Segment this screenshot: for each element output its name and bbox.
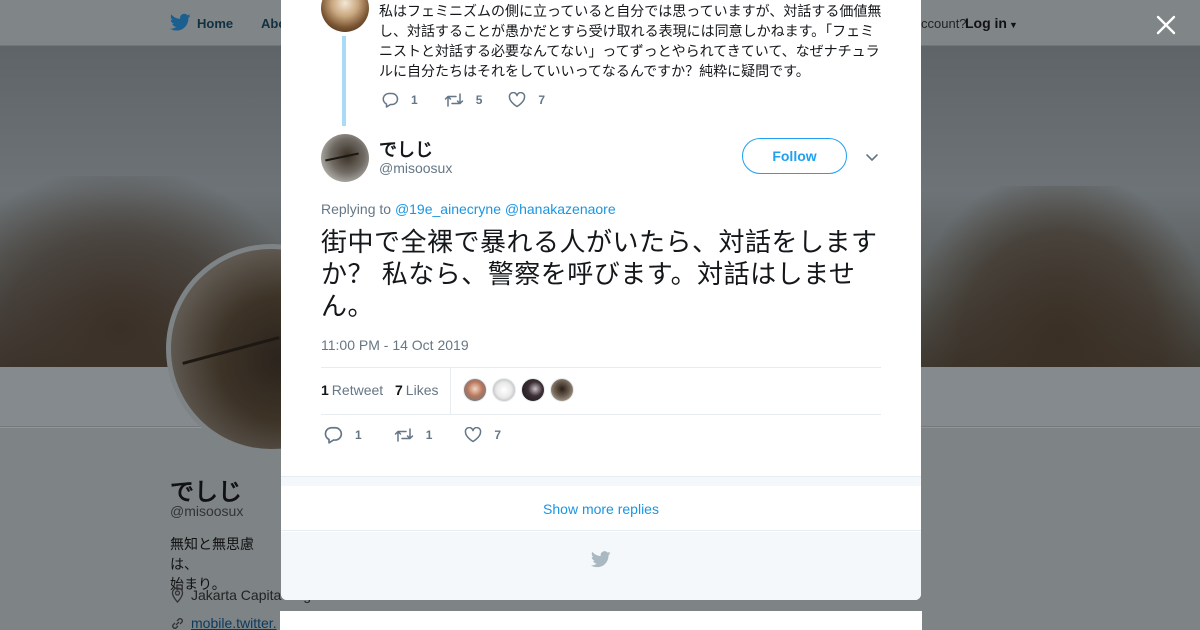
modal-footer bbox=[281, 532, 921, 600]
twitter-bird-icon bbox=[591, 551, 611, 568]
liker-avatar[interactable] bbox=[550, 378, 574, 402]
login-label: Log in bbox=[965, 15, 1007, 31]
profile-bio: 無知と無思慮は、 始まり。 bbox=[170, 534, 280, 594]
thread-connector-line bbox=[342, 36, 346, 126]
retweet-count: 1 bbox=[425, 428, 433, 442]
reply-icon bbox=[382, 92, 399, 108]
next-modal-edge bbox=[280, 611, 922, 630]
profile-name: でしじ bbox=[170, 479, 242, 506]
tweet-modal: 私はフェミニズムの側に立っていると自分では思っていますが、対話する価値無し、対話… bbox=[281, 0, 921, 600]
retweet-stat-count: 1 bbox=[321, 382, 329, 398]
tweet-text: 街中で全裸で暴れる人がいたら、対話をしますか？ 私なら、警察を呼びます。対話はし… bbox=[321, 227, 878, 321]
heart-icon bbox=[465, 427, 482, 443]
retweet-count: 5 bbox=[475, 93, 483, 107]
previous-tweet-actions: 1 5 7 bbox=[382, 92, 571, 108]
profile-url[interactable]: mobile.twitter. bbox=[170, 615, 277, 630]
bio-line: 無知と無思慮は、 bbox=[170, 536, 254, 572]
likes-stat-count: 7 bbox=[395, 382, 403, 398]
link-icon bbox=[172, 618, 183, 629]
liker-avatars bbox=[463, 378, 579, 402]
author-avatar[interactable] bbox=[321, 134, 369, 182]
like-button[interactable]: 7 bbox=[508, 92, 545, 108]
reply-count: 1 bbox=[411, 93, 418, 107]
close-icon[interactable] bbox=[1153, 12, 1179, 38]
previous-tweet-text: 私はフェミニズムの側に立っていると自分では思っていますが、対話する価値無し、対話… bbox=[379, 3, 882, 79]
chevron-down-icon[interactable] bbox=[865, 150, 879, 164]
nav-home-link[interactable]: Home bbox=[197, 16, 233, 31]
liker-avatar[interactable] bbox=[463, 378, 487, 402]
likes-stat[interactable]: 7 Likes bbox=[395, 382, 438, 398]
location-text: Jakarta Capita bbox=[191, 587, 282, 603]
retweet-button[interactable]: 1 bbox=[394, 427, 433, 443]
previous-tweet-avatar[interactable] bbox=[321, 0, 369, 32]
like-button[interactable]: 7 bbox=[464, 427, 501, 443]
chevron-down-icon: ▼ bbox=[1009, 20, 1018, 30]
retweet-button[interactable]: 5 bbox=[444, 92, 483, 108]
profile-url-text: mobile.twitter. bbox=[191, 615, 277, 630]
tweet-stats: 1 Retweet 7 Likes bbox=[321, 367, 881, 415]
retweet-stat-label: Retweet bbox=[331, 382, 384, 398]
heart-icon bbox=[509, 92, 526, 108]
reply-count: 1 bbox=[355, 428, 362, 442]
reply-icon bbox=[324, 426, 343, 444]
location-pin-icon bbox=[171, 587, 184, 603]
retweet-stat[interactable]: 1 Retweet bbox=[321, 382, 383, 398]
author-name[interactable]: でしじ bbox=[379, 136, 433, 162]
login-button[interactable]: Log in ▼ bbox=[965, 15, 1018, 31]
account-prompt: ccount? bbox=[921, 16, 967, 31]
avatar-arrow-graphic bbox=[325, 152, 359, 162]
tweet-timestamp[interactable]: 11:00 PM - 14 Oct 2019 bbox=[321, 337, 469, 353]
retweet-icon bbox=[444, 93, 463, 107]
author-handle[interactable]: @misoosux bbox=[379, 160, 452, 176]
tweet-actions: 1 1 7 bbox=[324, 426, 527, 444]
retweet-icon bbox=[394, 428, 413, 442]
reply-button[interactable]: 1 bbox=[382, 92, 418, 108]
profile-handle[interactable]: @misoosux bbox=[170, 503, 243, 519]
replying-to-line: Replying to @19e_ainecryne @hanakazenaor… bbox=[321, 201, 616, 217]
banner-trees-right bbox=[920, 186, 1200, 367]
liker-avatar[interactable] bbox=[521, 378, 545, 402]
like-count: 7 bbox=[494, 428, 502, 442]
show-more-replies-button[interactable]: Show more replies bbox=[281, 487, 921, 531]
mention-link[interactable]: @hanakazenaore bbox=[505, 201, 616, 217]
stats-divider bbox=[450, 368, 451, 414]
like-count: 7 bbox=[538, 93, 546, 107]
twitter-bird-icon[interactable] bbox=[170, 13, 191, 32]
likes-stat-label: Likes bbox=[405, 382, 439, 398]
replying-prefix: Replying to bbox=[321, 201, 392, 217]
follow-button[interactable]: Follow bbox=[742, 138, 847, 174]
section-divider bbox=[281, 476, 921, 486]
mention-link[interactable]: @19e_ainecryne bbox=[395, 201, 501, 217]
reply-button[interactable]: 1 bbox=[324, 426, 362, 444]
liker-avatar[interactable] bbox=[492, 378, 516, 402]
